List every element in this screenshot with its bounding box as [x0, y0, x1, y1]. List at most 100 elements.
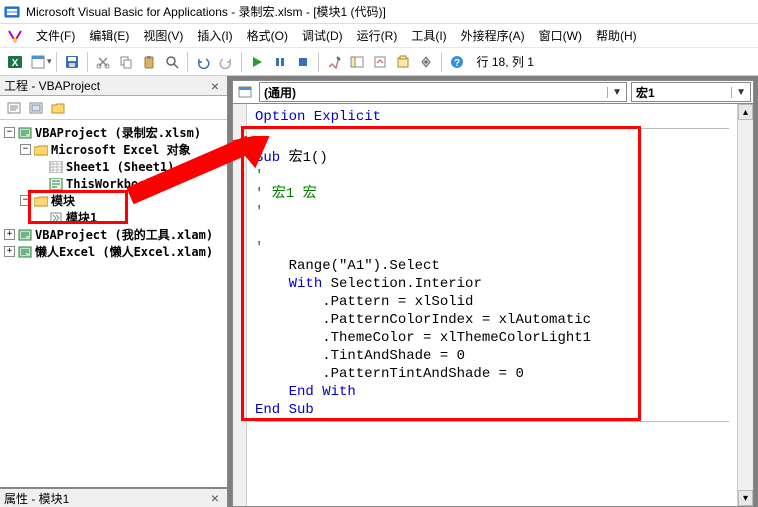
menu-help[interactable]: 帮助(H) [590, 25, 643, 46]
separator [318, 52, 319, 72]
module-icon [48, 211, 64, 225]
expand-icon[interactable]: + [4, 246, 15, 257]
expand-icon[interactable]: + [4, 229, 15, 240]
scroll-up-icon[interactable]: ▴ [738, 104, 753, 120]
project-pane-header: 工程 - VBAProject × [0, 76, 227, 96]
tree-module1[interactable]: 模块1 [4, 209, 223, 226]
close-icon[interactable]: × [207, 78, 223, 94]
tree-label: Microsoft Excel 对象 [51, 141, 191, 158]
menu-file[interactable]: 文件(F) [30, 25, 81, 46]
tree-project[interactable]: − VBAProject (录制宏.xlsm) [4, 124, 223, 141]
comment: ' [255, 204, 263, 220]
code-text: .PatternColorIndex = xlAutomatic [255, 312, 591, 328]
tree-label: 模块 [51, 192, 75, 209]
scroll-down-icon[interactable]: ▾ [738, 490, 753, 506]
properties-icon[interactable] [369, 51, 391, 73]
cut-icon[interactable] [92, 51, 114, 73]
tree-project-3[interactable]: + 懒人Excel (懒人Excel.xlam) [4, 243, 223, 260]
tree-sheet1[interactable]: Sheet1 (Sheet1) [4, 158, 223, 175]
collapse-icon[interactable]: − [20, 195, 31, 206]
code-pane: (通用) ▼ 宏1 ▼ Option Explicit Sub 宏1() ' '… [228, 76, 758, 507]
run-icon[interactable] [246, 51, 268, 73]
separator [441, 52, 442, 72]
tree-modules-folder[interactable]: − 模块 [4, 192, 223, 209]
window-title: Microsoft Visual Basic for Applications … [26, 3, 386, 20]
object-dropdown[interactable]: (通用) ▼ [259, 82, 627, 102]
project-icon [17, 245, 33, 259]
menu-run[interactable]: 运行(R) [351, 25, 404, 46]
code-gutter [233, 104, 247, 506]
separator [87, 52, 88, 72]
save-icon[interactable] [61, 51, 83, 73]
cursor-position: 行 18, 列 1 [477, 53, 534, 70]
tree-label: ThisWorkbook [66, 177, 153, 191]
menu-insert[interactable]: 插入(I) [191, 25, 238, 46]
dropdown-value: 宏1 [636, 84, 655, 101]
menu-addins[interactable]: 外接程序(A) [455, 25, 531, 46]
code-text: .TintAndShade = 0 [255, 348, 465, 364]
properties-pane-header: 属性 - 模块1 × [0, 487, 227, 507]
vertical-scrollbar[interactable]: ▴ ▾ [737, 104, 753, 506]
copy-icon[interactable] [115, 51, 137, 73]
close-icon[interactable]: × [207, 490, 223, 506]
vba-icon [6, 27, 24, 45]
menu-edit[interactable]: 编辑(E) [83, 25, 135, 46]
view-switch-icon[interactable] [27, 51, 49, 73]
project-tree[interactable]: − VBAProject (录制宏.xlsm) − Microsoft Exce… [0, 120, 227, 487]
chevron-down-icon: ▼ [607, 87, 622, 98]
comment: ' [255, 168, 263, 184]
menu-window[interactable]: 窗口(W) [533, 25, 588, 46]
paste-icon[interactable] [138, 51, 160, 73]
tree-excel-objects[interactable]: − Microsoft Excel 对象 [4, 141, 223, 158]
procedure-dropdown[interactable]: 宏1 ▼ [631, 82, 751, 102]
code-pane-header: (通用) ▼ 宏1 ▼ [232, 80, 754, 104]
folder-icon [33, 194, 49, 208]
menu-tools[interactable]: 工具(I) [405, 25, 452, 46]
code-content[interactable]: Option Explicit Sub 宏1() ' ' 宏1 宏 ' ' Ra… [247, 104, 737, 506]
project-explorer-icon[interactable] [346, 51, 368, 73]
object-browser-icon[interactable] [392, 51, 414, 73]
excel-icon[interactable]: X [4, 51, 26, 73]
dropdown-value: (通用) [264, 84, 296, 101]
collapse-icon[interactable]: − [4, 127, 15, 138]
toolbar: X ▾ ? 行 18, 列 1 [0, 48, 758, 76]
view-code-icon[interactable] [4, 98, 24, 118]
menu-view[interactable]: 视图(V) [137, 25, 189, 46]
tree-label: 懒人Excel (懒人Excel.xlam) [35, 243, 213, 260]
help-icon[interactable]: ? [446, 51, 468, 73]
main-area: 工程 - VBAProject × − VBAProject (录制宏.xlsm… [0, 76, 758, 507]
tree-label: VBAProject (录制宏.xlsm) [35, 124, 201, 141]
tree-thisworkbook[interactable]: ThisWorkbook [4, 175, 223, 192]
separator [56, 52, 57, 72]
pause-icon[interactable] [269, 51, 291, 73]
sheet-icon [48, 160, 64, 174]
tree-project-2[interactable]: + VBAProject (我的工具.xlam) [4, 226, 223, 243]
separator-line [255, 128, 729, 129]
keyword: Option Explicit [255, 109, 381, 125]
project-pane-title: 工程 - VBAProject [4, 77, 100, 94]
code-text: 宏1() [280, 150, 328, 166]
design-mode-icon[interactable] [323, 51, 345, 73]
menu-debug[interactable]: 调试(D) [296, 25, 349, 46]
keyword: With [289, 276, 323, 292]
find-icon[interactable] [161, 51, 183, 73]
stop-icon[interactable] [292, 51, 314, 73]
workbook-icon [48, 177, 64, 191]
tree-label: VBAProject (我的工具.xlam) [35, 226, 213, 243]
code-text: .ThemeColor = xlThemeColorLight1 [255, 330, 591, 346]
tree-label: Sheet1 (Sheet1) [66, 160, 174, 174]
code-window-icon[interactable] [235, 82, 255, 102]
redo-icon[interactable] [215, 51, 237, 73]
project-icon [17, 126, 33, 140]
view-object-icon[interactable] [26, 98, 46, 118]
code-editor[interactable]: Option Explicit Sub 宏1() ' ' 宏1 宏 ' ' Ra… [232, 104, 754, 507]
toolbox-icon[interactable] [415, 51, 437, 73]
menu-format[interactable]: 格式(O) [241, 25, 294, 46]
collapse-icon[interactable]: − [20, 144, 31, 155]
keyword: End Sub [255, 402, 314, 418]
chevron-down-icon: ▼ [731, 87, 746, 98]
undo-icon[interactable] [192, 51, 214, 73]
comment: ' [255, 240, 263, 256]
menu-bar: 文件(F) 编辑(E) 视图(V) 插入(I) 格式(O) 调试(D) 运行(R… [0, 24, 758, 48]
folder-toggle-icon[interactable] [48, 98, 68, 118]
